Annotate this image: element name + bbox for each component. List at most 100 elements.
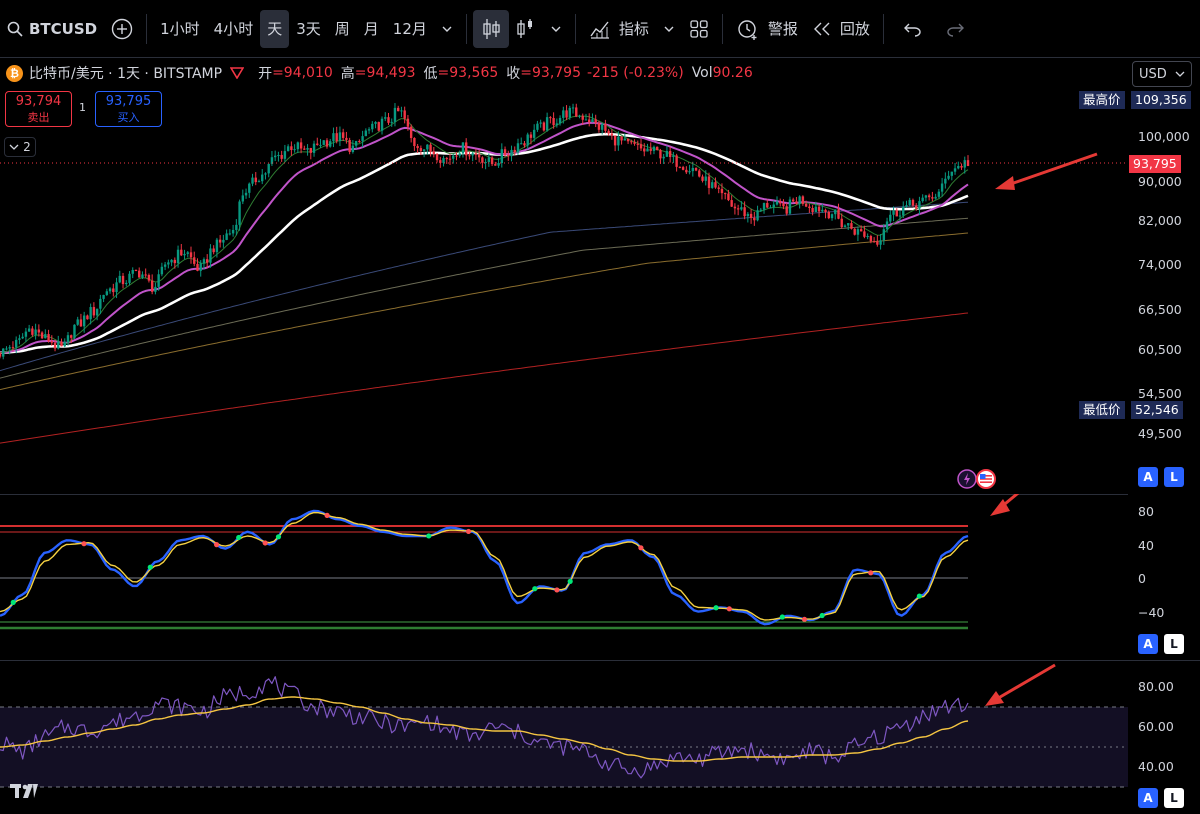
oscillator-pane[interactable] <box>0 494 1200 660</box>
candle-body <box>180 249 183 256</box>
candle-body <box>277 154 280 156</box>
candle-body <box>367 129 371 131</box>
candle-body <box>630 141 633 143</box>
tradingview-logo[interactable] <box>10 782 42 805</box>
candle-body <box>189 252 193 258</box>
auto-scale-button[interactable]: A <box>1138 467 1158 487</box>
candle-body <box>118 275 121 283</box>
candle-body <box>134 269 138 271</box>
candle-body <box>843 225 847 228</box>
candle-body <box>698 170 701 177</box>
economic-events-icon[interactable] <box>956 468 1000 490</box>
candle-body <box>859 229 863 232</box>
candle-body <box>889 214 892 222</box>
candle-body <box>303 148 306 150</box>
candle-body <box>814 206 818 213</box>
log-scale-button[interactable]: L <box>1164 788 1184 808</box>
candle-body <box>121 275 125 285</box>
rsi-pane[interactable] <box>0 660 1200 814</box>
interval-dropdown[interactable] <box>434 10 460 48</box>
interval-month[interactable]: 月 <box>357 10 386 48</box>
candle-body <box>753 217 756 221</box>
auto-scale-button[interactable]: A <box>1138 634 1158 654</box>
chart-type-dropdown[interactable] <box>543 10 569 48</box>
candle-body <box>856 229 860 235</box>
auto-scale-button[interactable]: A <box>1138 788 1158 808</box>
ema-white-line <box>0 132 969 354</box>
candle-body <box>717 187 720 189</box>
candle-body <box>254 177 257 183</box>
candle-body <box>863 231 866 237</box>
rsi-tick: 80.00 <box>1138 679 1174 694</box>
candle-body <box>455 155 458 157</box>
alert-button[interactable]: 警报 <box>729 10 805 48</box>
candle-body <box>364 130 368 137</box>
candle-body <box>141 274 144 278</box>
interval-12m[interactable]: 12月 <box>386 10 434 48</box>
candle-body <box>387 117 390 123</box>
candle-body <box>762 203 766 210</box>
candle-body <box>827 212 830 219</box>
candle-body <box>516 143 520 153</box>
candle-body <box>73 324 76 338</box>
log-scale-button[interactable]: L <box>1164 467 1184 487</box>
indicators-button[interactable]: 指标 <box>582 10 656 48</box>
candle-body <box>643 148 646 152</box>
price-pane[interactable] <box>0 58 1200 494</box>
cross-dot <box>10 599 16 606</box>
candle-body <box>740 207 743 210</box>
candle-body <box>788 199 792 214</box>
cross-dot <box>819 612 825 619</box>
candle-body <box>791 199 795 202</box>
interval-1h[interactable]: 1小时 <box>153 10 207 48</box>
candle-body <box>558 117 562 124</box>
candle-body <box>494 164 497 166</box>
candle-body <box>542 122 546 131</box>
candle-body <box>212 248 215 253</box>
cross-dot <box>426 533 432 539</box>
osc-tick: 80 <box>1138 504 1154 519</box>
current-price-tag: 93,795 <box>1129 155 1181 173</box>
annotation-arrow <box>994 663 1056 702</box>
candle-body <box>597 123 601 130</box>
interval-3d[interactable]: 3天 <box>289 10 328 48</box>
candle-body <box>659 150 662 159</box>
redo-button[interactable] <box>934 10 978 48</box>
cross-dot <box>779 614 785 620</box>
compare-button[interactable] <box>104 10 140 48</box>
candle-body <box>299 142 303 149</box>
interval-4h[interactable]: 4小时 <box>207 10 261 48</box>
indicators-dropdown[interactable] <box>656 10 682 48</box>
candle-body <box>202 259 206 264</box>
candle-body <box>879 240 882 245</box>
candle-body <box>552 118 555 126</box>
cross-dot <box>147 564 153 570</box>
candle-body <box>526 134 529 146</box>
candle-body <box>170 259 173 263</box>
chart-type-button[interactable] <box>509 10 543 48</box>
candle-body <box>82 315 86 327</box>
candle-body <box>351 145 355 152</box>
candle-body <box>86 315 89 320</box>
replay-button[interactable]: 回放 <box>805 10 877 48</box>
candle-body <box>487 157 491 163</box>
symbol-search[interactable]: BTCUSD <box>0 10 104 48</box>
layout-button[interactable] <box>682 10 716 48</box>
candle-body <box>442 158 445 163</box>
candles-button[interactable] <box>472 9 509 48</box>
candle-body <box>918 201 921 209</box>
candle-body <box>257 181 261 183</box>
interval-1d[interactable]: 天 <box>260 9 290 48</box>
candle-body <box>286 146 290 152</box>
candle-body <box>241 195 245 202</box>
candle-body <box>633 142 636 144</box>
log-scale-button[interactable]: L <box>1164 634 1184 654</box>
candle-body <box>571 107 575 109</box>
interval-week[interactable]: 周 <box>328 10 357 48</box>
candle-body <box>662 156 665 159</box>
candle-body <box>707 176 711 188</box>
candle-body <box>704 176 707 181</box>
undo-button[interactable] <box>890 10 934 48</box>
candle-body <box>623 138 627 141</box>
candle-body <box>461 142 465 154</box>
